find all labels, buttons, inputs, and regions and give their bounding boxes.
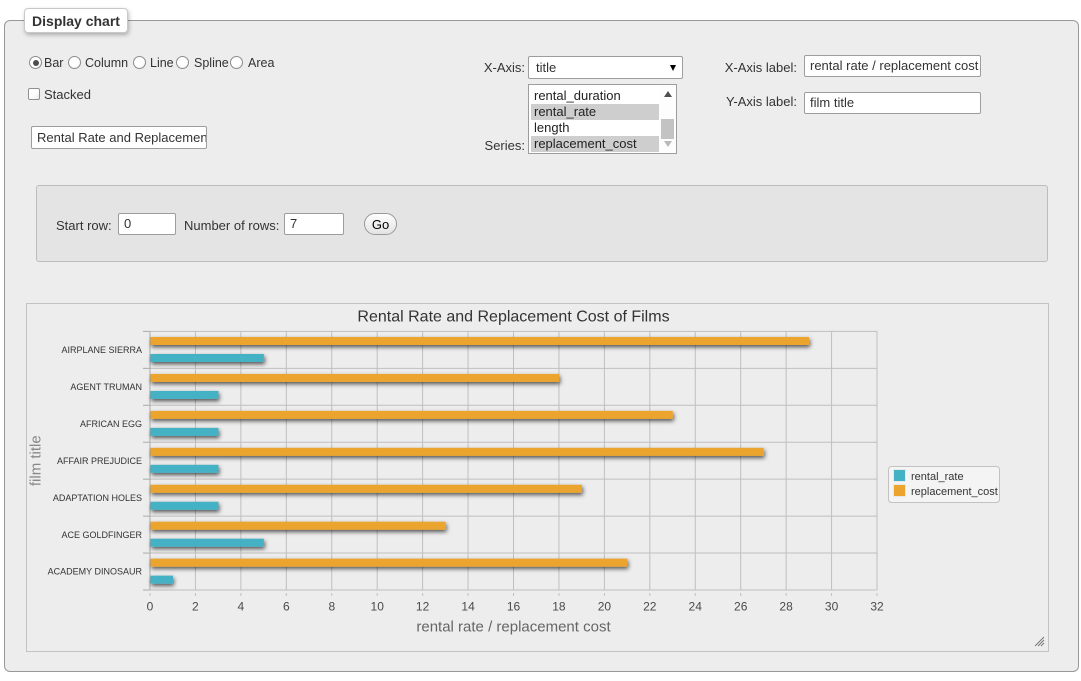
svg-text:ACADEMY DINOSAUR: ACADEMY DINOSAUR	[48, 567, 143, 577]
svg-text:16: 16	[507, 600, 521, 614]
svg-text:ACE GOLDFINGER: ACE GOLDFINGER	[61, 530, 142, 540]
svg-text:24: 24	[689, 600, 703, 614]
svg-text:Rental Rate and Replacement Co: Rental Rate and Replacement Cost of Film…	[357, 309, 669, 326]
svg-text:14: 14	[461, 600, 475, 614]
svg-text:rental rate / replacement cost: rental rate / replacement cost	[416, 619, 611, 636]
svg-text:4: 4	[238, 600, 245, 614]
svg-text:10: 10	[371, 600, 385, 614]
svg-text:26: 26	[734, 600, 748, 614]
svg-text:20: 20	[598, 600, 612, 614]
svg-text:rental_rate: rental_rate	[911, 471, 964, 483]
svg-text:18: 18	[552, 600, 566, 614]
svg-text:2: 2	[192, 600, 199, 614]
svg-text:22: 22	[643, 600, 657, 614]
svg-text:replacement_cost: replacement_cost	[911, 486, 998, 498]
svg-text:ADAPTATION HOLES: ADAPTATION HOLES	[53, 493, 142, 503]
svg-text:AFFAIR PREJUDICE: AFFAIR PREJUDICE	[57, 456, 142, 466]
svg-text:AIRPLANE SIERRA: AIRPLANE SIERRA	[61, 345, 142, 355]
svg-text:30: 30	[825, 600, 839, 614]
svg-text:6: 6	[283, 600, 290, 614]
svg-text:AGENT TRUMAN: AGENT TRUMAN	[70, 382, 142, 392]
svg-text:32: 32	[870, 600, 884, 614]
svg-text:12: 12	[416, 600, 430, 614]
svg-text:AFRICAN EGG: AFRICAN EGG	[80, 419, 142, 429]
svg-text:film title: film title	[28, 435, 45, 486]
svg-text:0: 0	[147, 600, 154, 614]
svg-text:8: 8	[328, 600, 335, 614]
svg-text:28: 28	[779, 600, 793, 614]
